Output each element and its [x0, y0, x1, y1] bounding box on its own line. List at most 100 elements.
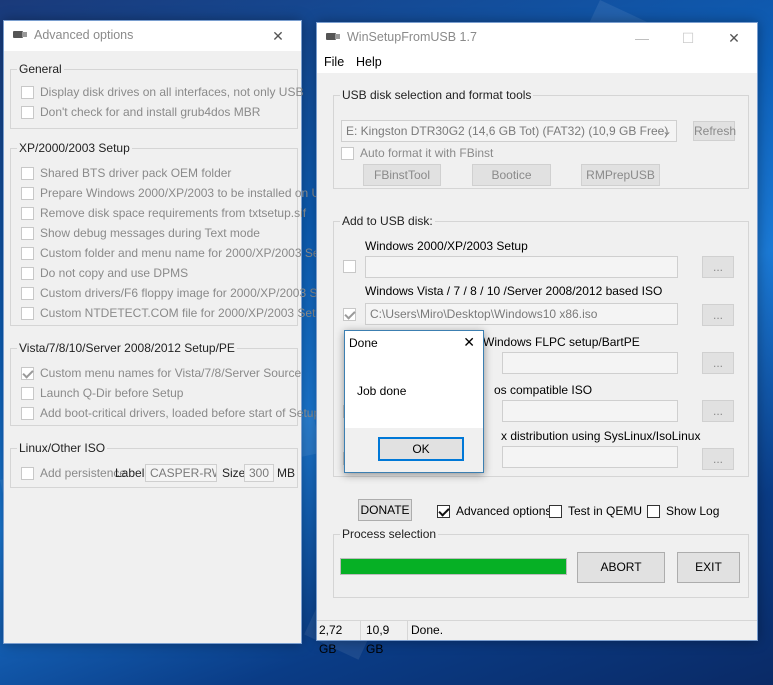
advanced-options-checkbox[interactable]: Advanced options — [437, 503, 551, 519]
persistence-size-input[interactable]: 300 — [244, 464, 274, 482]
dialog-message: Job done — [357, 384, 407, 398]
option-custom-ntdetect[interactable]: Custom NTDETECT.COM file for 2000/XP/200… — [21, 305, 329, 321]
checkbox[interactable] — [21, 105, 34, 119]
checkbox-checked[interactable] — [437, 504, 450, 518]
bootice-button[interactable]: Bootice — [472, 164, 551, 186]
checkbox[interactable] — [21, 186, 34, 200]
source-bartpe-browse[interactable]: ... — [702, 352, 734, 374]
source-linux-label: x distribution using SysLinux/IsoLinux — [501, 429, 701, 443]
linux-iso-group: Linux/Other ISO Add persistence Label CA… — [10, 441, 298, 488]
option-add-persistence[interactable]: Add persistence — [21, 465, 126, 481]
option-label: Add persistence — [40, 466, 127, 480]
show-log-checkbox[interactable]: Show Log — [647, 503, 719, 519]
option-prepare-usb-install[interactable]: Prepare Windows 2000/XP/2003 to be insta… — [21, 185, 336, 201]
option-no-dpms[interactable]: Do not copy and use DPMS — [21, 265, 188, 281]
source-os-iso-label: os compatible ISO — [494, 383, 593, 397]
done-dialog: Done ✕ Job done OK — [344, 330, 484, 473]
option-label: Display disk drives on all interfaces, n… — [40, 85, 304, 99]
main-titlebar: WinSetupFromUSB 1.7 — ☐ ✕ — [317, 23, 757, 53]
checkbox[interactable] — [21, 226, 34, 240]
option-label: Custom NTDETECT.COM file for 2000/XP/200… — [40, 306, 329, 320]
source-winxp-checkbox[interactable] — [343, 260, 356, 273]
checkbox[interactable] — [21, 466, 34, 480]
dialog-body: Job done — [345, 356, 483, 428]
source-os-iso-path[interactable] — [502, 400, 678, 422]
option-remove-disk-space[interactable]: Remove disk space requirements from txts… — [21, 205, 306, 221]
checkbox[interactable] — [21, 306, 34, 320]
source-vista-browse[interactable]: ... — [702, 304, 734, 326]
usb-app-icon — [326, 33, 340, 40]
process-selection-group: Process selection ABORT EXIT — [333, 527, 749, 598]
autoformat-fbinst-checkbox[interactable]: Auto format it with FBinst — [341, 145, 493, 161]
checkbox[interactable] — [21, 286, 34, 300]
test-qemu-checkbox[interactable]: Test in QEMU — [549, 503, 642, 519]
checkbox[interactable] — [21, 246, 34, 260]
refresh-button[interactable]: Refresh — [693, 121, 736, 141]
status-total-size: 2,72 GB — [317, 621, 361, 656]
donate-button[interactable]: DONATE — [358, 499, 412, 521]
general-group-label: General — [17, 62, 64, 76]
option-label: Auto format it with FBinst — [360, 146, 494, 160]
checkbox[interactable] — [21, 166, 34, 180]
xp-group-label: XP/2000/2003 Setup — [17, 141, 132, 155]
option-display-all-disks[interactable]: Display disk drives on all interfaces, n… — [21, 84, 303, 100]
source-vista-checkbox[interactable] — [343, 308, 356, 321]
option-custom-drivers-f6[interactable]: Custom drivers/F6 floppy image for 2000/… — [21, 285, 341, 301]
persistence-size-caption: Size — [222, 466, 246, 480]
source-winxp-browse[interactable]: ... — [702, 256, 734, 278]
close-icon[interactable]: ✕ — [463, 334, 475, 351]
minimize-icon[interactable]: — — [619, 23, 665, 53]
option-label: Don't check for and install grub4dos MBR — [40, 105, 261, 119]
checkbox[interactable] — [647, 504, 660, 518]
option-custom-menu-names[interactable]: Custom menu names for Vista/7/8/Server S… — [21, 365, 301, 381]
process-group-label: Process selection — [340, 527, 439, 541]
checkbox[interactable] — [21, 85, 34, 99]
option-label: Show Log — [666, 504, 720, 518]
dialog-ok-button[interactable]: OK — [378, 437, 464, 461]
option-label: Show debug messages during Text mode — [40, 226, 260, 240]
menu-file[interactable]: File — [324, 55, 344, 69]
progress-bar — [340, 558, 567, 575]
menu-bar: File Help — [317, 53, 757, 73]
checkbox[interactable] — [341, 146, 354, 160]
source-linux-browse[interactable]: ... — [702, 448, 734, 470]
source-winxp-path[interactable] — [365, 256, 678, 278]
option-boot-critical-drivers[interactable]: Add boot-critical drivers, loaded before… — [21, 405, 320, 421]
source-vista-path[interactable]: C:\Users\Miro\Desktop\Windows10 x86.iso — [365, 303, 678, 325]
maximize-icon[interactable]: ☐ — [665, 23, 711, 53]
checkbox[interactable] — [21, 206, 34, 220]
usb-app-icon — [13, 31, 27, 38]
advanced-options-window: Advanced options ✕ General Display disk … — [3, 20, 341, 644]
option-no-grub4dos-mbr[interactable]: Don't check for and install grub4dos MBR — [21, 104, 260, 120]
checkbox[interactable] — [549, 504, 562, 518]
adv-window-title: Advanced options — [34, 28, 134, 42]
option-launch-qdir[interactable]: Launch Q-Dir before Setup — [21, 385, 183, 401]
checkbox[interactable] — [21, 406, 34, 420]
close-icon[interactable]: ✕ — [711, 23, 757, 53]
option-label: Test in QEMU — [568, 504, 643, 518]
status-message: Done. — [411, 623, 444, 637]
abort-button[interactable]: ABORT — [577, 552, 665, 583]
source-os-iso-browse[interactable]: ... — [702, 400, 734, 422]
checkbox[interactable] — [21, 266, 34, 280]
option-custom-folder-menu[interactable]: Custom folder and menu name for 2000/XP/… — [21, 245, 336, 261]
usb-group-label: USB disk selection and format tools — [340, 88, 534, 102]
source-linux-path[interactable] — [502, 446, 678, 468]
checkbox[interactable] — [21, 386, 34, 400]
source-bartpe-path[interactable] — [502, 352, 678, 374]
disk-selected-value: E: Kingston DTR30G2 (14,6 GB Tot) (FAT32… — [346, 124, 669, 138]
persistence-label-input[interactable]: CASPER-RW — [145, 464, 217, 482]
rmprepusb-button[interactable]: RMPrepUSB — [581, 164, 660, 186]
chevron-down-icon: ⌄ — [661, 124, 672, 138]
disk-select-dropdown[interactable]: E: Kingston DTR30G2 (14,6 GB Tot) (FAT32… — [341, 120, 677, 142]
fbinsttool-button[interactable]: FBinstTool — [363, 164, 441, 186]
exit-button[interactable]: EXIT — [677, 552, 740, 583]
option-label: Add boot-critical drivers, loaded before… — [40, 406, 321, 420]
option-show-debug[interactable]: Show debug messages during Text mode — [21, 225, 260, 241]
option-shared-bts[interactable]: Shared BTS driver pack OEM folder — [21, 165, 231, 181]
option-label: Shared BTS driver pack OEM folder — [40, 166, 232, 180]
close-icon[interactable]: ✕ — [255, 21, 301, 51]
persistence-size-unit: MB — [277, 466, 295, 480]
checkbox-checked[interactable] — [21, 366, 34, 380]
menu-help[interactable]: Help — [356, 55, 382, 69]
